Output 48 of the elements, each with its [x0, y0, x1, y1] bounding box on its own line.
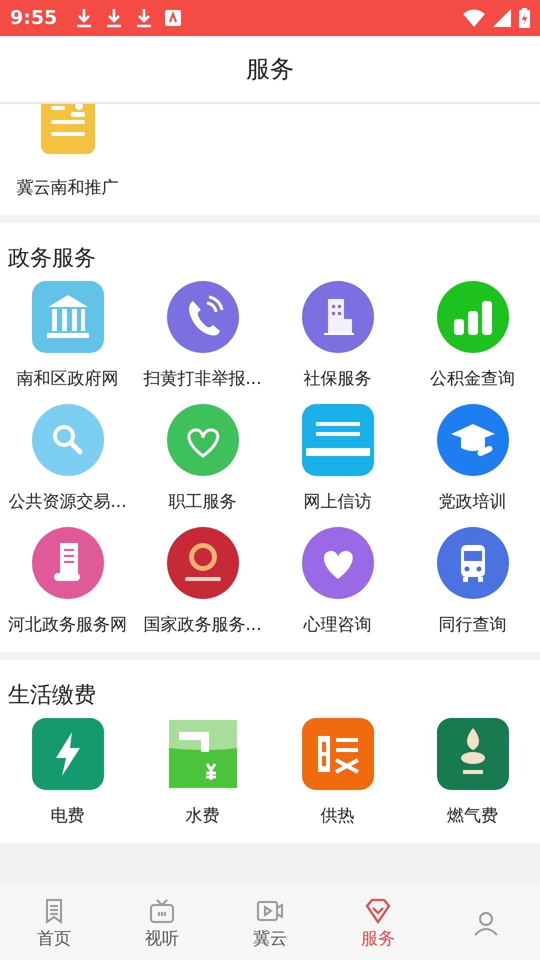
section-title: 政务服务 — [7, 245, 97, 273]
diamond-icon — [364, 896, 392, 924]
phone-icon — [166, 281, 238, 353]
nav-tab[interactable]: 首页 — [0, 886, 108, 960]
wifi-icon — [463, 9, 485, 27]
document-scroll-icon — [32, 527, 104, 599]
search-icon — [32, 404, 104, 476]
service-label[interactable]: 公积金查询 — [430, 367, 515, 390]
graduation-cap-icon — [436, 404, 508, 476]
coin-stacks-icon — [436, 281, 508, 353]
service-label[interactable]: 燃气费 — [447, 804, 498, 827]
service-label[interactable]: 电费 — [50, 804, 84, 827]
service-label[interactable]: 河北政务服务网 — [8, 613, 127, 636]
service-label[interactable]: 水费 — [186, 804, 220, 827]
notification-icon — [165, 10, 182, 26]
download-icon — [135, 8, 154, 28]
heart-outline-icon — [166, 404, 238, 476]
bus-icon — [436, 527, 508, 599]
service-label[interactable]: 扫黄打非举报... — [143, 367, 262, 390]
person-icon — [472, 909, 500, 937]
government-building-icon — [32, 281, 104, 353]
building-icon — [302, 281, 374, 353]
service-label[interactable]: 公共资源交易... — [8, 490, 127, 513]
nav-tab[interactable]: 冀云 — [216, 886, 324, 960]
gas-flame-icon — [436, 718, 508, 790]
service-label[interactable]: 冀云南和推广 — [16, 176, 118, 199]
section-title: 生活缴费 — [7, 682, 97, 710]
service-label[interactable]: 供热 — [320, 804, 354, 827]
water-tap-icon — [166, 718, 238, 790]
service-label[interactable]: 党政培训 — [438, 490, 506, 513]
download-icon — [75, 8, 94, 28]
service-label[interactable]: 网上信访 — [304, 490, 372, 513]
service-label[interactable]: 国家政务服务... — [143, 613, 262, 636]
nav-tab[interactable]: 服务 — [324, 886, 432, 960]
nav-tab[interactable]: 视听 — [108, 886, 216, 960]
service-label[interactable]: 心理咨询 — [304, 613, 372, 636]
service-label[interactable]: 职工服务 — [168, 490, 236, 513]
emblem-icon — [166, 527, 238, 599]
signal-icon — [493, 9, 511, 27]
lightning-icon — [32, 718, 104, 790]
status-time: 9:55 — [10, 7, 58, 29]
service-label[interactable]: 社保服务 — [304, 367, 372, 390]
service-label[interactable]: 南和区政府网 — [16, 367, 118, 390]
download-icon — [105, 8, 124, 28]
tv-icon — [148, 896, 176, 924]
page-title: 服务 — [246, 54, 294, 85]
service-label[interactable]: 同行查询 — [438, 613, 506, 636]
battery-icon — [519, 8, 530, 28]
